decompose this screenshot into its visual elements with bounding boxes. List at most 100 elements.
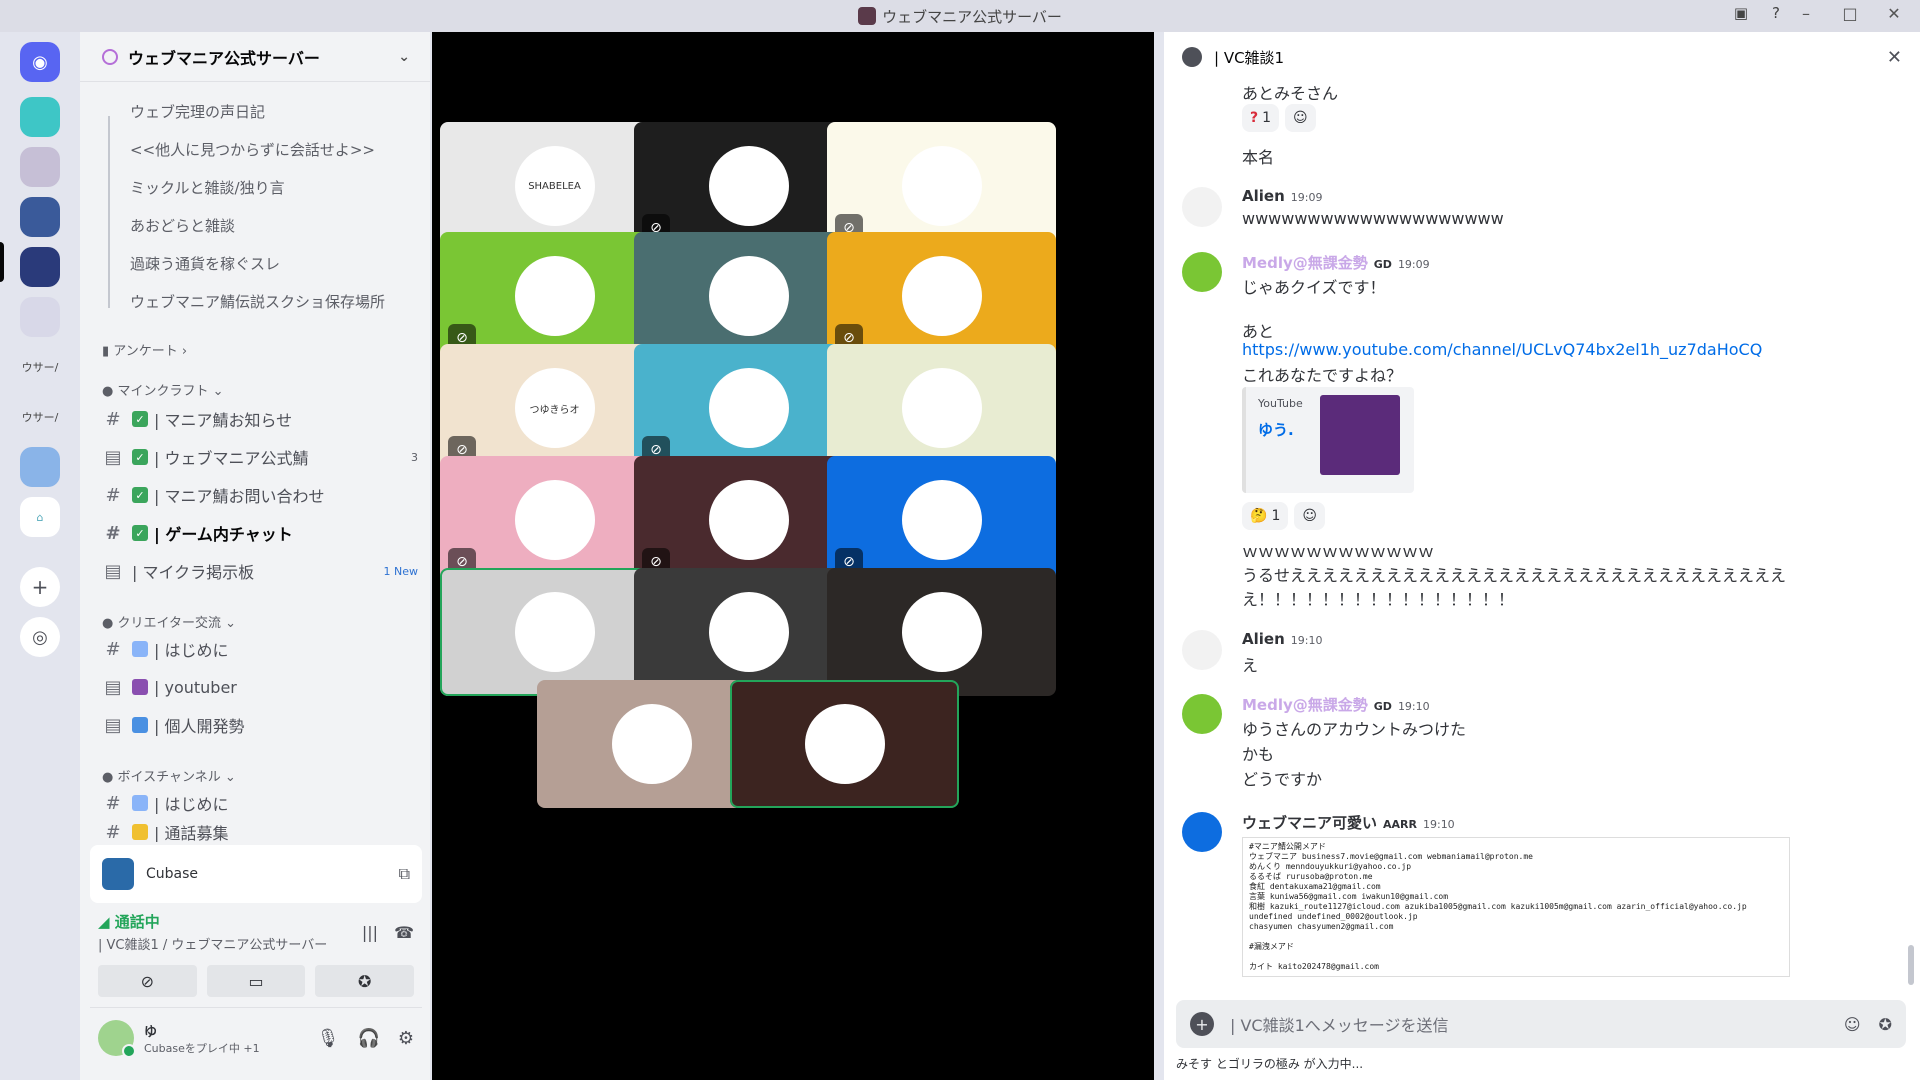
channel-item[interactable]: ▤ | youtuber <box>102 672 418 702</box>
home-discord-icon[interactable]: ◉ <box>20 42 60 82</box>
channel-item[interactable]: ▤ ✓ | ウェブマニア公式鯖 3 <box>102 442 418 472</box>
activity-button[interactable]: ✪ <box>315 965 415 997</box>
category-minecraft[interactable]: ● マインクラフト ⌄ <box>102 380 224 399</box>
close-icon[interactable]: ✕ <box>1887 47 1902 68</box>
channel-item[interactable]: # ✓ | マニア鯖お知らせ <box>102 404 418 434</box>
participant-avatar <box>514 592 595 672</box>
thread-item[interactable]: ミックルと雑談/独り言 <box>130 177 285 198</box>
channel-item[interactable]: # | はじめに <box>102 634 418 664</box>
participant-video-tile[interactable] <box>730 680 959 808</box>
activity-card[interactable]: Cubase ⧉ <box>90 845 422 903</box>
participant-video-tile[interactable] <box>827 344 1056 472</box>
server-icon[interactable] <box>20 447 60 487</box>
participant-video-tile[interactable]: ⊘ <box>827 232 1056 360</box>
inbox-icon[interactable]: ▣ <box>1734 4 1748 22</box>
author-name[interactable]: Alien 19:09 <box>1242 187 1322 205</box>
check-icon: ✓ <box>132 487 148 503</box>
chat-scrollbar[interactable] <box>1908 945 1914 985</box>
author-name[interactable]: Alien 19:10 <box>1242 630 1322 648</box>
attachment-text-line: #マニア鯖公開メアド <box>1249 842 1326 851</box>
attachment-text-line: めんくり menndouyukkuri@yahoo.co.jp <box>1249 862 1412 871</box>
disconnect-icon[interactable]: ☎ <box>394 923 414 942</box>
headphones-icon[interactable]: 🎧 <box>357 1028 379 1049</box>
add-reaction-icon[interactable]: ☺ <box>1294 502 1325 530</box>
attachment-text-line: るるそば rurusoba@proton.me <box>1249 872 1373 881</box>
thread-connector <box>108 116 110 308</box>
activity-app-name: Cubase <box>146 866 199 882</box>
message-line: かも <box>1242 745 1275 764</box>
server-folder[interactable]: ウサー/ <box>20 397 60 437</box>
avatar[interactable] <box>1182 812 1222 852</box>
participant-video-tile[interactable]: ⊘ <box>827 456 1056 584</box>
category-creator[interactable]: ● クリエイター交流 ⌄ <box>102 612 236 631</box>
server-icon[interactable] <box>20 197 60 237</box>
screen-share-button[interactable]: ▭ <box>206 965 306 997</box>
activity-icon[interactable]: ✪ <box>1879 1015 1892 1034</box>
reaction-question[interactable]: ? 1 <box>1242 104 1280 132</box>
server-folder[interactable]: ウサー/ <box>20 347 60 387</box>
forum-channel-icon: ▤ <box>104 560 122 582</box>
message-composer[interactable]: + | VC雑談1へメッセージを送信 ☺ ✪ <box>1176 1000 1906 1048</box>
maximize-button[interactable]: □ <box>1838 4 1862 23</box>
server-icon[interactable] <box>20 147 60 187</box>
avatar[interactable] <box>1182 630 1222 670</box>
emoji-icon[interactable]: ☺ <box>1844 1015 1861 1034</box>
category-survey[interactable]: ▮ アンケート › <box>102 340 187 359</box>
channel-label: | はじめに <box>154 795 229 814</box>
channel-item[interactable]: # ✓ | マニア鯖お問い合わせ <box>102 480 418 510</box>
chevron-down-icon[interactable]: ⌄ <box>398 49 410 65</box>
server-header[interactable]: ウェブマニア公式サーバー ⌄ <box>80 32 430 82</box>
popout-icon[interactable]: ⧉ <box>399 864 410 884</box>
author-name[interactable]: Medly@無課金勢 GD 19:09 <box>1242 252 1430 273</box>
server-icon-active[interactable] <box>20 247 60 287</box>
category-voice[interactable]: ● ボイスチャンネル ⌄ <box>102 766 236 785</box>
image-attachment[interactable]: #マニア鯖公開メアド ウェブマニア business7.movie@gmail.c… <box>1242 837 1790 977</box>
thread-item[interactable]: ウェブマニア鯖伝説スクショ保存場所 <box>130 291 385 312</box>
embed-title[interactable]: ゆう. <box>1258 419 1294 440</box>
participant-video-tile[interactable] <box>827 568 1056 696</box>
help-icon[interactable]: ? <box>1772 4 1780 22</box>
youtube-embed[interactable]: YouTube ゆう. <box>1242 387 1414 493</box>
reaction-thinking[interactable]: 🤔 1 <box>1242 502 1289 530</box>
add-attachment-icon[interactable]: + <box>1190 1012 1214 1036</box>
camera-off-button[interactable]: ⊘ <box>98 965 197 997</box>
voice-channel-name[interactable]: | VC雑談1 / ウェブマニア公式サーバー <box>98 934 327 953</box>
participant-avatar <box>514 480 595 560</box>
server-icon[interactable] <box>20 97 60 137</box>
add-reaction-icon[interactable]: ☺ <box>1285 104 1316 132</box>
avatar[interactable] <box>1182 187 1222 227</box>
avatar[interactable] <box>1182 694 1222 734</box>
current-user[interactable]: ゆ Cubaseをプレイ中 +1 🎙 🎧 ⚙ <box>90 1007 422 1068</box>
minimize-button[interactable]: – <box>1794 4 1818 23</box>
thread-item[interactable]: <<他人に見つからずに会話せよ>> <box>130 139 375 160</box>
close-window-button[interactable]: ✕ <box>1882 4 1906 23</box>
voice-status[interactable]: ◢ 通話中 <box>98 911 327 932</box>
category-label: アンケート › <box>113 344 188 359</box>
app-logo-icon <box>858 7 877 25</box>
thread-item[interactable]: ウェブ完理の声日記 <box>130 101 265 122</box>
message-input[interactable]: | VC雑談1へメッセージを送信 <box>1230 1012 1448 1036</box>
server-icon[interactable]: ⌂ <box>20 497 60 537</box>
noise-suppression-icon[interactable]: ||| <box>362 923 378 942</box>
avatar[interactable] <box>1182 252 1222 292</box>
message-link[interactable]: https://www.youtube.com/channel/UCLvQ74b… <box>1242 340 1762 359</box>
participant-video-tile[interactable]: ⊘ <box>827 122 1056 250</box>
microphone-icon[interactable]: 🎙 <box>317 1028 340 1049</box>
thread-item[interactable]: あおどらと雑談 <box>130 215 235 236</box>
server-icon[interactable] <box>20 297 60 337</box>
settings-gear-icon[interactable]: ⚙ <box>398 1028 414 1049</box>
message-line: 本名 <box>1242 148 1275 167</box>
add-server-icon[interactable]: + <box>20 567 60 607</box>
channel-item-active[interactable]: # ✓ | ゲーム内チャット <box>102 518 418 548</box>
author-name[interactable]: Medly@無課金勢 GD 19:10 <box>1242 694 1430 715</box>
channel-item[interactable]: ▤ | マイクラ掲示板 1 New <box>102 556 418 586</box>
channel-item[interactable]: # | はじめに <box>102 788 418 818</box>
thread-item[interactable]: 過疎う通貨を稼ぐスレ <box>130 253 280 274</box>
discover-icon[interactable]: ◎ <box>20 617 60 657</box>
channel-item[interactable]: ▤ | 個人開発勢 <box>102 710 418 740</box>
embed-thumbnail[interactable] <box>1320 395 1400 475</box>
author-name[interactable]: ウェブマニア可愛い AARR 19:10 <box>1242 812 1455 833</box>
message-line: どうですか <box>1242 770 1323 789</box>
channel-item[interactable]: # | 通話募集 <box>102 822 418 842</box>
avatar <box>98 1020 136 1058</box>
